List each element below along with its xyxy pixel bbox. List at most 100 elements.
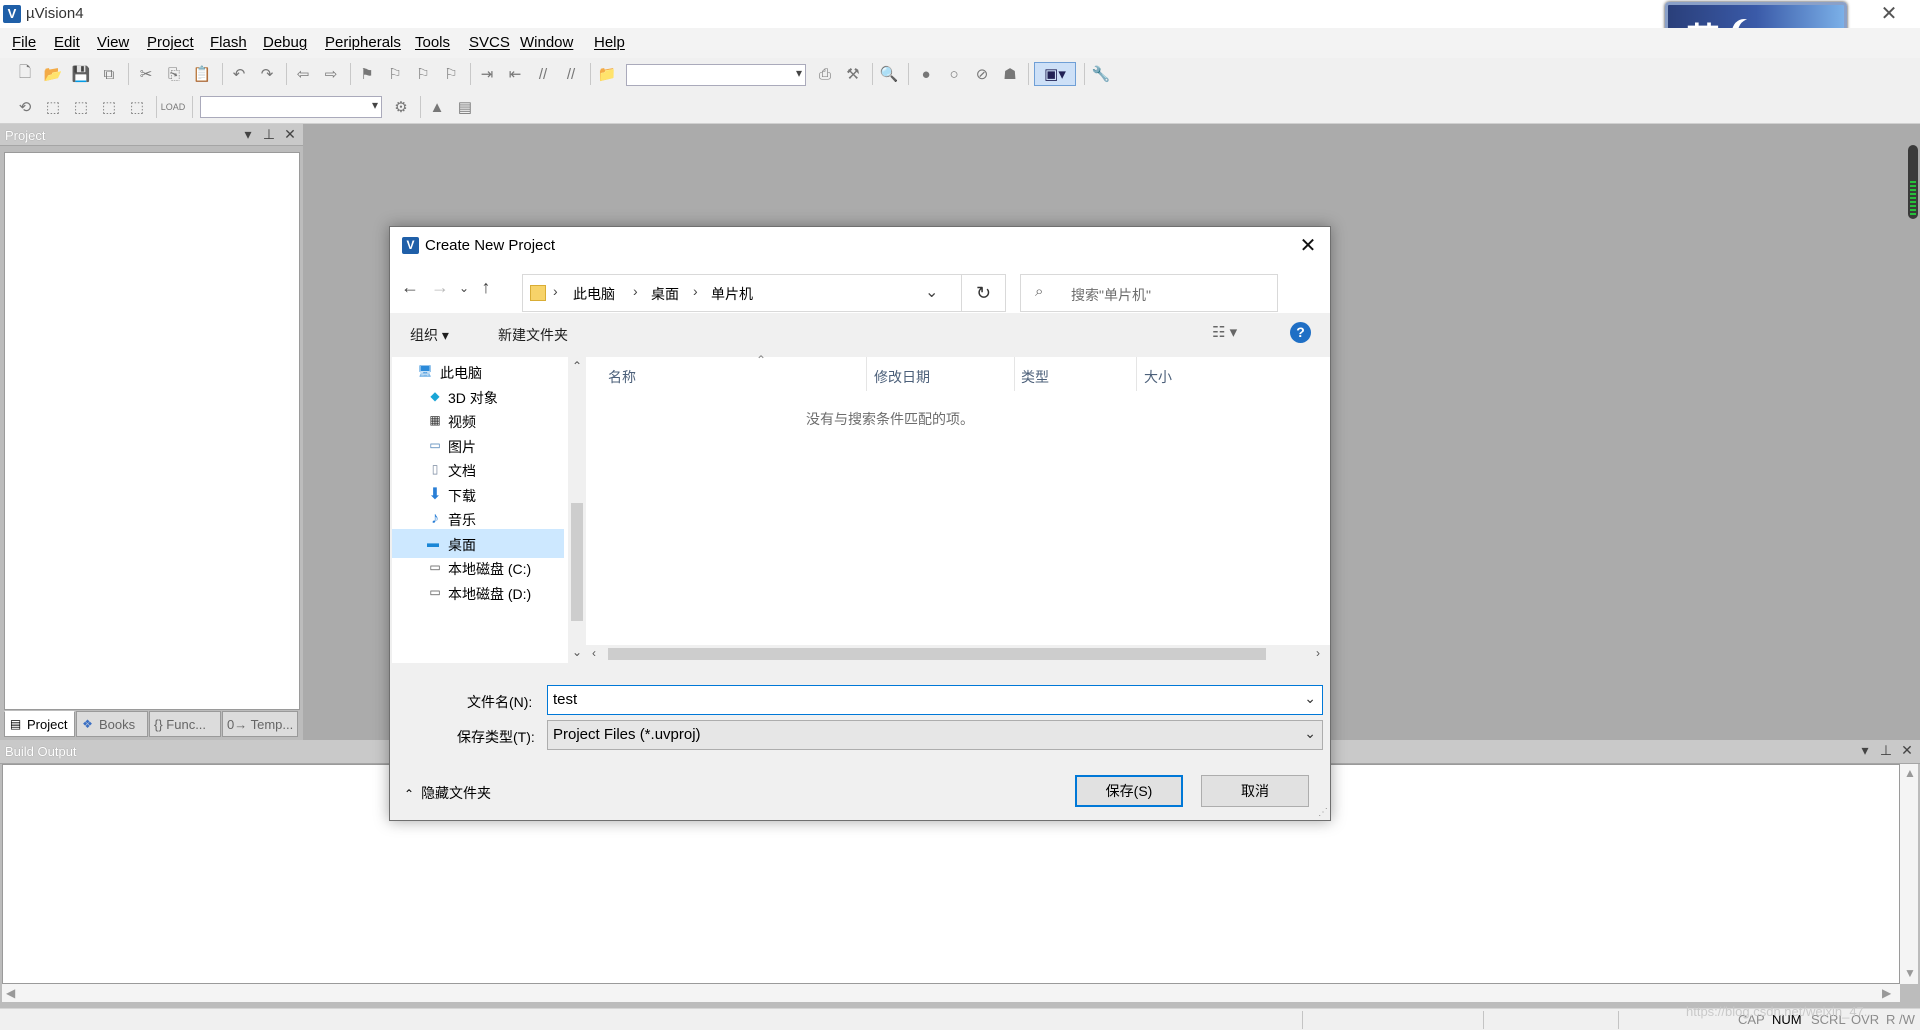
target-options-icon[interactable]: ⚙ xyxy=(390,96,412,118)
menu-window[interactable]: Window xyxy=(520,34,573,51)
scroll-up-icon[interactable]: ⌃ xyxy=(572,359,582,373)
find-in-files-icon[interactable]: 📁 xyxy=(596,63,618,85)
refresh-button[interactable]: ↻ xyxy=(962,274,1006,312)
scroll-thumb[interactable] xyxy=(571,503,583,621)
dialog-close-button[interactable]: ✕ xyxy=(1290,232,1326,260)
menu-project[interactable]: Project xyxy=(147,34,194,51)
recent-locations-chevron-icon[interactable]: ⌄ xyxy=(452,281,476,295)
configure-wrench-icon[interactable]: 🔧 xyxy=(1090,63,1112,85)
stop-build-icon[interactable]: ⬚ xyxy=(126,96,148,118)
help-icon[interactable]: ? xyxy=(1290,322,1311,343)
build-icon[interactable]: ⬚ xyxy=(42,96,64,118)
menu-tools[interactable]: Tools xyxy=(415,34,450,51)
back-arrow-icon[interactable]: ← xyxy=(398,277,422,298)
scroll-up-icon[interactable]: ▲ xyxy=(1904,766,1916,780)
panel-menu-icon[interactable]: ▾ xyxy=(240,126,256,143)
paste-icon[interactable]: 📋 xyxy=(191,63,213,85)
download-load-icon[interactable]: LOAD xyxy=(161,96,186,118)
address-bar[interactable]: › 此电脑 › 桌面 › 单片机 ⌄ xyxy=(522,274,962,312)
new-folder-button[interactable]: 新建文件夹 xyxy=(498,325,568,345)
column-modified-date[interactable]: 修改日期 xyxy=(874,367,930,387)
window-close-button[interactable]: ✕ xyxy=(1870,2,1908,26)
cancel-button[interactable]: 取消 xyxy=(1201,775,1309,807)
scroll-down-icon[interactable]: ⌄ xyxy=(572,645,582,659)
unindent-icon[interactable]: ⇤ xyxy=(504,63,526,85)
save-icon[interactable]: 💾 xyxy=(70,63,92,85)
menu-view[interactable]: View xyxy=(97,34,129,51)
bookmark-clear-icon[interactable]: ⚐ xyxy=(440,63,462,85)
breadcrumb-mcu[interactable]: 单片机 xyxy=(711,284,753,304)
panel-close-icon[interactable]: ✕ xyxy=(282,126,298,143)
redo-icon[interactable]: ↷ xyxy=(256,63,278,85)
window-layout-icon[interactable]: ▣▾ xyxy=(1034,62,1076,86)
copy-icon[interactable]: ⎘ xyxy=(163,63,185,85)
menu-help[interactable]: Help xyxy=(594,34,625,51)
breadcrumb-desktop[interactable]: 桌面 xyxy=(651,284,679,304)
address-dropdown-icon[interactable]: ⌄ xyxy=(925,282,938,302)
build-horizontal-scrollbar[interactable]: ◀ ▶ xyxy=(2,984,1900,1002)
scroll-thumb[interactable] xyxy=(608,648,1266,660)
nav-back-icon[interactable]: ⇦ xyxy=(292,63,314,85)
find-combo[interactable] xyxy=(626,64,806,86)
filetype-dropdown-icon[interactable]: ⌄ xyxy=(1304,725,1316,742)
panel-pin-icon[interactable]: ⊥ xyxy=(1878,742,1894,759)
manage-components-icon[interactable]: ▲ xyxy=(426,96,448,118)
up-arrow-icon[interactable]: ↑ xyxy=(474,277,498,298)
undo-icon[interactable]: ↶ xyxy=(228,63,250,85)
cut-icon[interactable]: ✂ xyxy=(135,63,157,85)
new-file-icon[interactable]: 🗋 xyxy=(14,63,36,85)
panel-close-icon[interactable]: ✕ xyxy=(1899,742,1915,759)
view-options-icon[interactable]: ☷ ▾ xyxy=(1212,323,1237,341)
translate-icon[interactable]: ⟲ xyxy=(14,96,36,118)
nav-item-drive-d[interactable]: ▭ 本地磁盘 (D:) xyxy=(392,578,564,607)
project-tree[interactable] xyxy=(4,152,300,710)
search-input[interactable]: ⌕ 搜索"单片机" xyxy=(1020,274,1278,312)
filename-input[interactable]: test ⌄ xyxy=(547,685,1323,715)
column-size[interactable]: 大小 xyxy=(1144,367,1172,387)
column-name[interactable]: 名称 xyxy=(608,367,636,387)
breadcrumb-this-pc[interactable]: 此电脑 xyxy=(573,284,615,304)
target-select-combo[interactable] xyxy=(200,96,382,118)
file-list[interactable]: ⌃ 名称 修改日期 类型 大小 没有与搜索条件匹配的项。 xyxy=(586,353,1330,663)
bookmark-prev-icon[interactable]: ⚐ xyxy=(384,63,406,85)
column-type[interactable]: 类型 xyxy=(1021,367,1049,387)
breakpoint-kill-icon[interactable]: ☗ xyxy=(999,63,1021,85)
debug-session-icon[interactable]: 🔍 xyxy=(878,63,900,85)
rebuild-icon[interactable]: ⬚ xyxy=(70,96,92,118)
forward-arrow-icon[interactable]: → xyxy=(428,277,452,298)
tab-functions[interactable]: {} Func... xyxy=(149,711,221,737)
build-vertical-scrollbar[interactable]: ▲ ▼ xyxy=(1900,764,1918,984)
bookmark-icon[interactable]: ⚑ xyxy=(356,63,378,85)
menu-svcs[interactable]: SVCS xyxy=(469,34,510,51)
indent-icon[interactable]: ⇥ xyxy=(476,63,498,85)
panel-pin-icon[interactable]: ⊥ xyxy=(261,126,277,143)
filetype-select[interactable]: Project Files (*.uvproj) ⌄ xyxy=(547,720,1323,750)
scroll-right-icon[interactable]: › xyxy=(1316,646,1320,660)
batch-build-icon[interactable]: ⬚ xyxy=(98,96,120,118)
uncomment-icon[interactable]: // xyxy=(560,63,582,85)
organize-button[interactable]: 组织 ▾ xyxy=(410,325,449,345)
open-file-icon[interactable]: 📂 xyxy=(42,63,64,85)
replace-icon[interactable]: ⚒ xyxy=(842,63,864,85)
navigation-pane-scrollbar[interactable]: ⌃ ⌄ xyxy=(568,357,586,663)
save-button[interactable]: 保存(S) xyxy=(1075,775,1183,807)
breakpoint-enable-icon[interactable]: ○ xyxy=(943,63,965,85)
menu-flash[interactable]: Flash xyxy=(210,34,247,51)
save-all-icon[interactable]: ⧉ xyxy=(98,63,120,85)
file-list-horizontal-scrollbar[interactable]: ‹ › xyxy=(586,645,1330,663)
menu-debug[interactable]: Debug xyxy=(263,34,307,51)
comment-icon[interactable]: // xyxy=(532,63,554,85)
select-packs-icon[interactable]: ▤ xyxy=(454,96,476,118)
tab-templates[interactable]: 0→ Temp... xyxy=(222,711,298,737)
breakpoint-icon[interactable]: ● xyxy=(915,63,937,85)
scroll-down-icon[interactable]: ▼ xyxy=(1904,966,1916,980)
bookmark-next-icon[interactable]: ⚐ xyxy=(412,63,434,85)
panel-menu-icon[interactable]: ▾ xyxy=(1857,742,1873,759)
tab-project[interactable]: ▤ Project xyxy=(4,711,75,737)
filename-dropdown-icon[interactable]: ⌄ xyxy=(1304,690,1316,707)
menu-peripherals[interactable]: Peripherals xyxy=(325,34,401,51)
resize-grip-icon[interactable]: ⋰ xyxy=(1318,807,1328,818)
menu-file[interactable]: File xyxy=(12,34,36,51)
scroll-left-icon[interactable]: ◀ xyxy=(6,986,15,1000)
scroll-right-icon[interactable]: ▶ xyxy=(1882,986,1891,1000)
